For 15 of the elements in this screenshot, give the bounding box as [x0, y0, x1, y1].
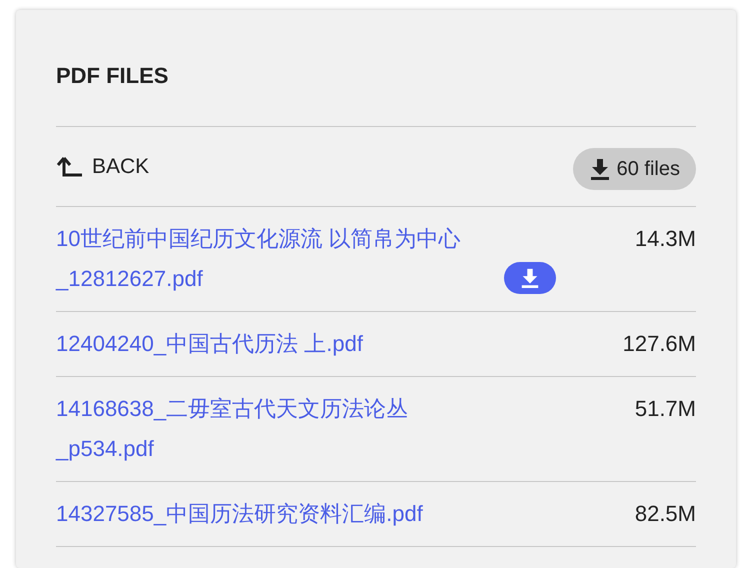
- file-size: 14.3M: [634, 225, 696, 253]
- panel-title: PDF FILES: [56, 62, 168, 90]
- download-icon: [588, 158, 611, 180]
- file-link[interactable]: 10世纪前中国纪历文化源流 以简帛为中心_12812627.pdf: [56, 219, 496, 299]
- back-arrow-icon: [56, 154, 84, 178]
- download-button[interactable]: [504, 262, 556, 294]
- download-icon: [520, 268, 540, 288]
- back-link[interactable]: BACK: [56, 150, 150, 182]
- file-size: 51.7M: [634, 395, 696, 423]
- file-link[interactable]: 14168638_二毋室古代天文历法论丛_p534.pdf: [56, 389, 496, 469]
- download-all-button[interactable]: 60 files: [572, 148, 696, 190]
- file-link[interactable]: 14327585_中国历法研究资料汇编.pdf: [56, 494, 423, 534]
- file-size: 82.5M: [634, 500, 696, 528]
- file-size: 127.6M: [622, 330, 696, 358]
- file-link[interactable]: 12404240_中国古代历法 上.pdf: [56, 324, 363, 364]
